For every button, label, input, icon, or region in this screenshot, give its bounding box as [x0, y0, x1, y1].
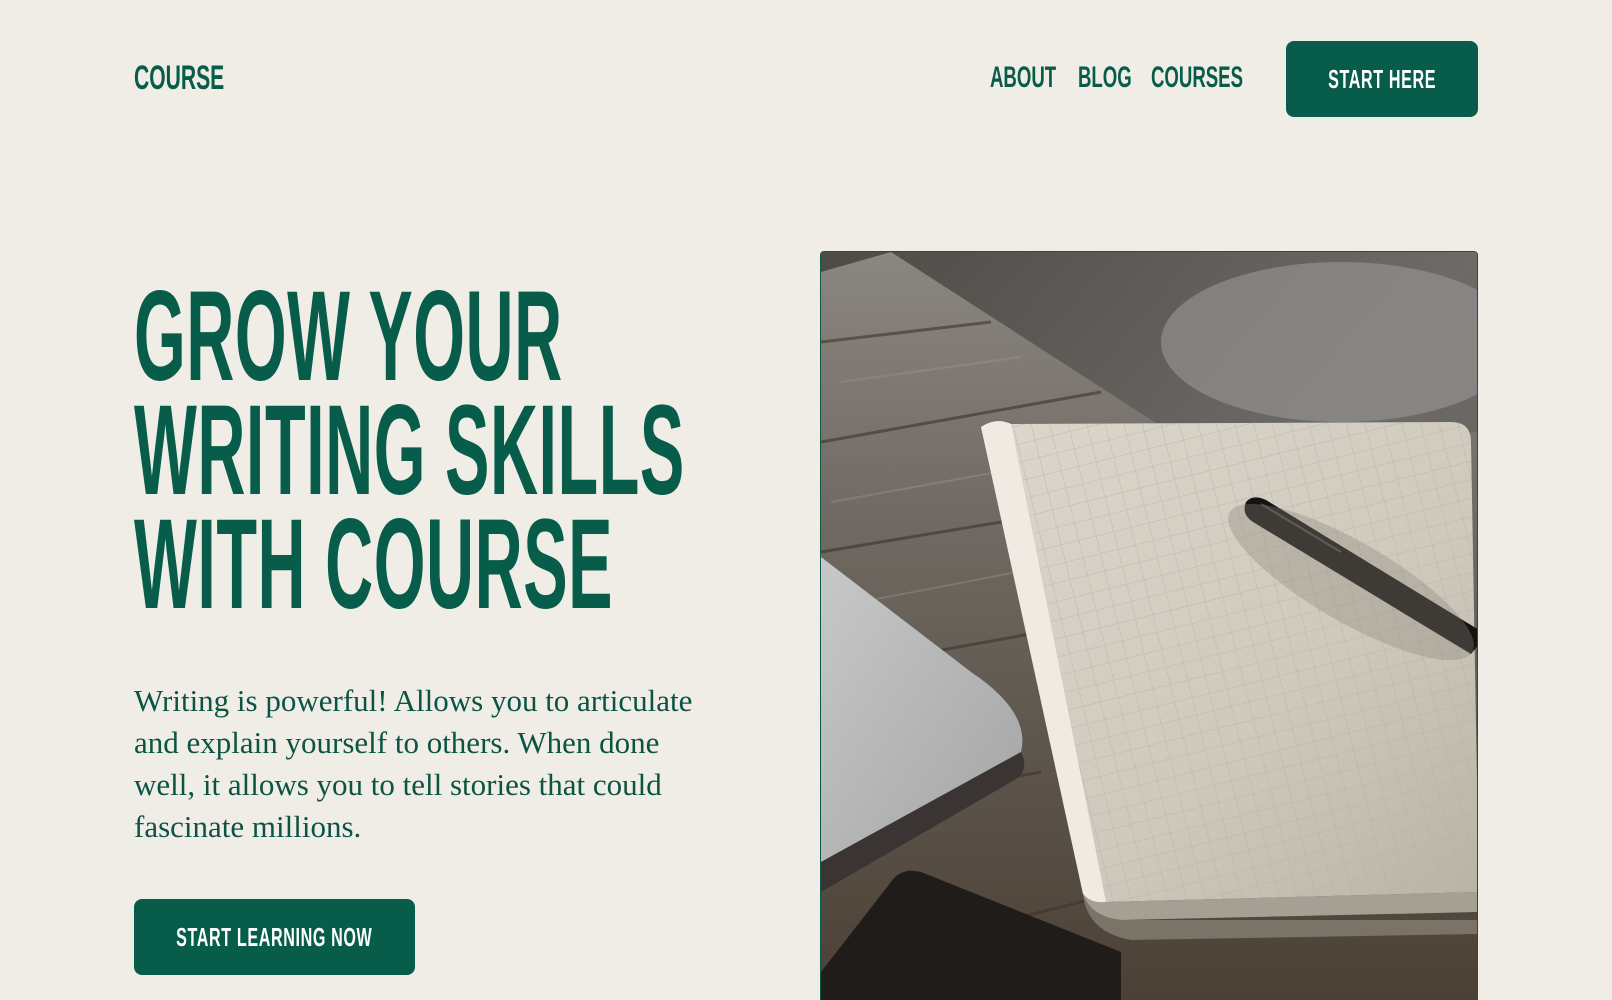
- hero-title-line: WITH COURSE: [134, 493, 614, 636]
- hero-title-line: GROW YOUR: [134, 265, 563, 408]
- nav-link-courses[interactable]: COURSES: [1151, 58, 1243, 98]
- start-here-button-label: START HERE: [1327, 63, 1436, 94]
- start-here-button[interactable]: START HERE: [1286, 41, 1478, 117]
- nav-link-blog[interactable]: BLOG: [1078, 58, 1132, 98]
- hero-title-line: WRITING SKILLS: [134, 379, 685, 522]
- hero-image-notebook-pen: [820, 251, 1478, 1000]
- hero-title: GROW YOUR WRITING SKILLS WITH COURSE: [134, 265, 685, 636]
- hero-description: Writing is powerful! Allows you to artic…: [134, 683, 693, 844]
- start-learning-button[interactable]: START LEARNING NOW: [134, 899, 415, 975]
- brand-logo[interactable]: COURSE: [134, 58, 224, 98]
- nav-link-about[interactable]: ABOUT: [990, 58, 1056, 98]
- start-learning-button-label: START LEARNING NOW: [176, 921, 373, 952]
